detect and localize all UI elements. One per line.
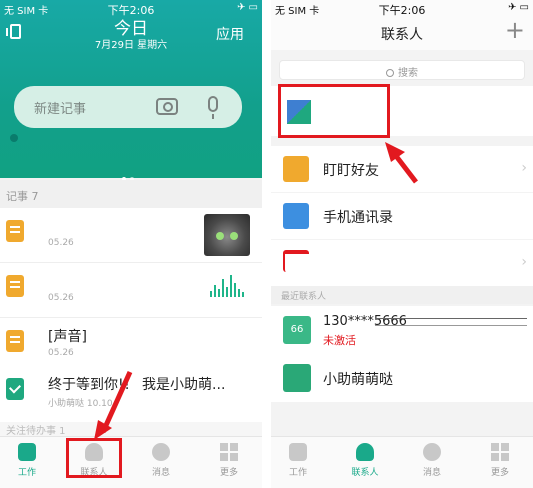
new-note-placeholder: 新建记事 <box>34 102 87 117</box>
friend-icon <box>283 156 309 182</box>
note-icon <box>6 220 24 242</box>
highlight-box <box>278 84 390 138</box>
tab-label: 工作 <box>288 468 307 478</box>
tab-bar: 工作 联系人 消息 更多 <box>271 436 533 488</box>
microphone-icon[interactable] <box>208 96 218 119</box>
note-date: 05.26 <box>48 238 74 248</box>
audio-waveform-icon <box>204 269 250 311</box>
today-screen: 无 SIM 卡 下午2:06 ✈ ▭ 今日 7月29日 星期六 应用 新建记事 … <box>0 0 262 488</box>
note-date: 小助萌哒 10.10 <box>48 399 113 409</box>
tab-messages[interactable]: 消息 <box>136 443 186 478</box>
highlight-box <box>66 438 122 478</box>
phone-contacts-item[interactable]: 手机通讯录 <box>271 193 533 239</box>
grid-icon <box>220 443 238 461</box>
chevron-right-icon: › <box>521 254 527 270</box>
work-icon <box>289 443 307 461</box>
tab-work[interactable]: 工作 <box>273 443 323 478</box>
add-contact-button[interactable]: + <box>505 18 525 42</box>
check-icon <box>6 378 24 400</box>
note-item[interactable]: [声音] 05.26 <box>0 318 262 372</box>
note-icon <box>6 330 24 352</box>
message-icon <box>152 443 170 461</box>
tab-label: 联系人 <box>351 468 379 478</box>
clock-label: 下午2:06 <box>378 4 426 17</box>
note-title: 终于等到你!！ 我是小助萌... <box>48 377 226 393</box>
note-date: 05.26 <box>48 348 74 358</box>
search-icon <box>386 69 394 77</box>
tab-label: 消息 <box>422 468 441 478</box>
note-icon <box>6 275 24 297</box>
bubble-tail <box>10 134 18 142</box>
notes-section-label: 记事 7 <box>0 180 262 208</box>
message-icon <box>423 443 441 461</box>
group-item[interactable]: › <box>271 240 533 286</box>
contact-row[interactable]: 小助萌萌哒 <box>271 354 533 402</box>
avatar-assistant <box>283 364 311 392</box>
note-title: [声音] <box>48 329 87 345</box>
page-title: 联系人 <box>381 27 423 43</box>
tab-bar: 工作 联系人 消息 更多 <box>0 436 262 488</box>
apps-button[interactable]: 应用 <box>216 24 244 44</box>
tab-label: 更多 <box>219 468 238 478</box>
status-bar: 无 SIM 卡 下午2:06 ✈ ▭ <box>271 0 533 17</box>
todo-section-label: 关注待办事 1 <box>0 422 262 437</box>
contacts-header: 无 SIM 卡 下午2:06 ✈ ▭ 联系人 + <box>271 0 533 50</box>
contacts-screen: 无 SIM 卡 下午2:06 ✈ ▭ 联系人 + 搜索 盯盯好友 › 手机通讯录… <box>271 0 533 488</box>
tab-label: 更多 <box>490 468 509 478</box>
work-icon <box>18 443 36 461</box>
status-icons: ✈ ▭ <box>507 2 529 13</box>
recent-contacts-label: 最近联系人 <box>271 286 533 304</box>
note-item[interactable]: 05.26 <box>0 263 262 317</box>
search-placeholder: 搜索 <box>398 68 418 79</box>
cat-thumbnail <box>204 214 250 256</box>
tab-label: 消息 <box>151 468 170 478</box>
search-input[interactable]: 搜索 <box>279 60 525 80</box>
tab-work[interactable]: 工作 <box>2 443 52 478</box>
status-icons: ✈ ▭ <box>236 2 258 13</box>
scribble-line <box>375 318 527 326</box>
contact-name: 小助萌萌哒 <box>323 372 393 388</box>
chevron-right-icon: › <box>521 160 527 176</box>
tab-messages[interactable]: 消息 <box>407 443 457 478</box>
friends-item[interactable]: 盯盯好友 › <box>271 146 533 192</box>
contacts-icon <box>356 443 374 461</box>
tab-contacts[interactable]: 联系人 <box>340 443 390 478</box>
tab-more[interactable]: 更多 <box>475 443 525 478</box>
grid-icon <box>491 443 509 461</box>
note-item[interactable]: 终于等到你!！ 我是小助萌... 小助萌哒 10.10 <box>0 366 262 422</box>
camera-icon[interactable] <box>156 98 178 115</box>
note-item[interactable]: 05.26 <box>0 208 262 262</box>
group-icon <box>283 250 309 272</box>
note-date: 05.26 <box>48 293 74 303</box>
contact-status: 未激活 <box>323 334 356 347</box>
item-label: 手机通讯录 <box>323 210 393 226</box>
item-label: 盯盯好友 <box>323 163 379 179</box>
contact-row[interactable]: 66 130****5666 未激活 <box>271 306 533 354</box>
today-header: 无 SIM 卡 下午2:06 ✈ ▭ 今日 7月29日 星期六 应用 新建记事 <box>0 0 262 181</box>
avatar: 66 <box>283 316 311 344</box>
tab-more[interactable]: 更多 <box>204 443 254 478</box>
phone-icon <box>283 203 309 229</box>
tab-label: 工作 <box>17 468 36 478</box>
new-note-input[interactable]: 新建记事 <box>14 86 242 128</box>
